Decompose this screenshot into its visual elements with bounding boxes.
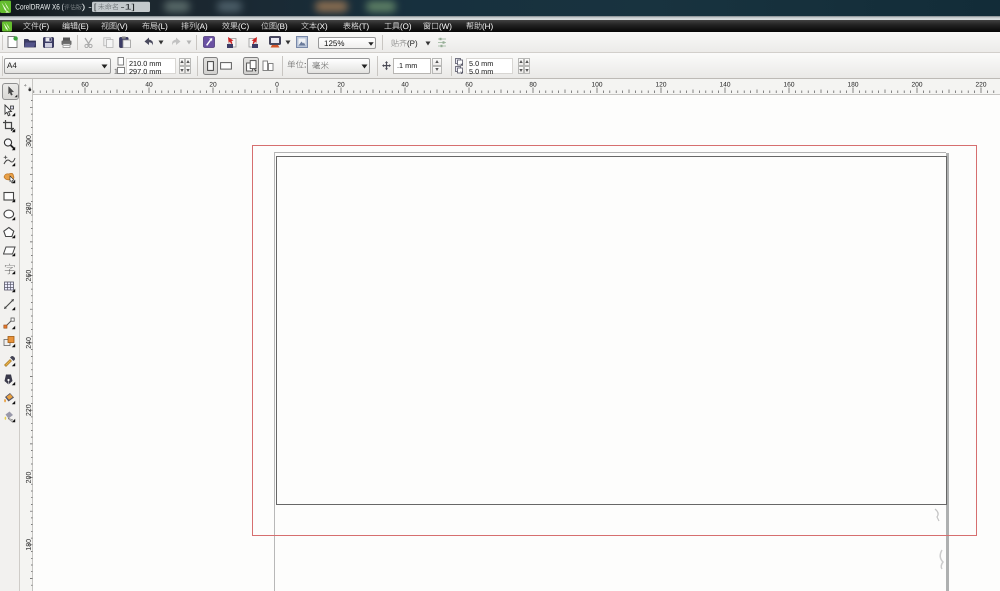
svg-text:(X): (X) [317, 22, 328, 31]
svg-text:(O): (O) [400, 22, 412, 31]
svg-text:(H): (H) [482, 22, 493, 31]
svg-text:(B): (B) [277, 22, 288, 31]
svg-text:-1]: -1] [121, 3, 136, 12]
svg-text:(E): (E) [78, 22, 89, 31]
svg-text:(V): (V) [117, 22, 128, 31]
svg-text:(W): (W) [439, 22, 452, 31]
svg-text:(T): (T) [359, 22, 370, 31]
svg-text:) -: ) - [82, 2, 92, 11]
svg-text:x: x [461, 62, 464, 66]
svg-text:(L): (L) [158, 22, 168, 31]
svg-text:(A): (A) [197, 22, 208, 31]
svg-text:y: y [461, 70, 464, 74]
svg-text:(P): (P) [407, 39, 418, 48]
svg-text:(F): (F) [39, 22, 50, 31]
svg-text:(C): (C) [238, 22, 249, 31]
